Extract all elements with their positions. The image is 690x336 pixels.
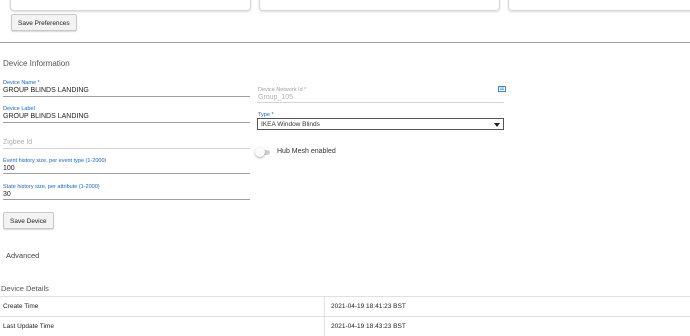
table-row: Create Time 2021-04-19 18:41:23 BST <box>0 297 690 317</box>
type-select-value: IKEA Window Blinds <box>261 121 320 128</box>
event-history-label: Event history size, per event type (1-20… <box>3 158 106 164</box>
edit-icon[interactable] <box>498 79 506 85</box>
details-value: 2021-04-19 18:43:23 BST <box>325 317 690 336</box>
device-network-id-label: Device Network Id * <box>258 87 306 93</box>
event-history-underline <box>3 173 250 174</box>
details-value: 2021-04-19 18:41:23 BST <box>325 297 690 317</box>
state-history-underline <box>3 199 250 200</box>
device-label-label: Device Label <box>3 106 35 112</box>
device-network-id-underline <box>257 102 504 103</box>
state-history-label: State history size, per attribute (1-200… <box>3 184 100 190</box>
event-history-input[interactable]: 100 <box>3 165 15 172</box>
save-preferences-button[interactable]: Save Preferences <box>11 14 77 31</box>
save-device-button[interactable]: Save Device <box>3 212 54 229</box>
device-name-label: Device Name * <box>3 80 40 86</box>
chevron-down-icon <box>494 123 500 127</box>
preferences-card-left <box>10 0 251 11</box>
state-history-input[interactable]: 30 <box>3 191 11 198</box>
device-details-title: Device Details <box>1 284 49 293</box>
device-name-input[interactable]: GROUP BLINDS LANDING <box>3 87 89 94</box>
type-select[interactable]: IKEA Window Blinds <box>257 118 504 130</box>
preferences-card-middle <box>259 0 500 11</box>
zigbee-id-input[interactable]: Zigbee Id <box>3 139 32 146</box>
device-details-table: Create Time 2021-04-19 18:41:23 BST Last… <box>0 296 690 336</box>
section-divider <box>0 42 690 43</box>
preferences-card-right <box>508 0 690 11</box>
hub-mesh-toggle[interactable] <box>255 147 265 157</box>
device-information-title: Device Information <box>3 59 70 68</box>
hub-mesh-label: Hub Mesh enabled <box>277 148 336 155</box>
details-key: Create Time <box>0 297 325 317</box>
advanced-toggle[interactable]: Advanced <box>6 251 39 260</box>
device-label-input[interactable]: GROUP BLINDS LANDING <box>3 113 89 120</box>
device-name-underline <box>3 96 250 97</box>
details-key: Last Update Time <box>0 317 325 336</box>
device-network-id-input[interactable]: Group_105 <box>258 94 293 101</box>
zigbee-id-underline <box>3 148 250 149</box>
device-label-underline <box>3 122 250 123</box>
table-row: Last Update Time 2021-04-19 18:43:23 BST <box>0 317 690 336</box>
